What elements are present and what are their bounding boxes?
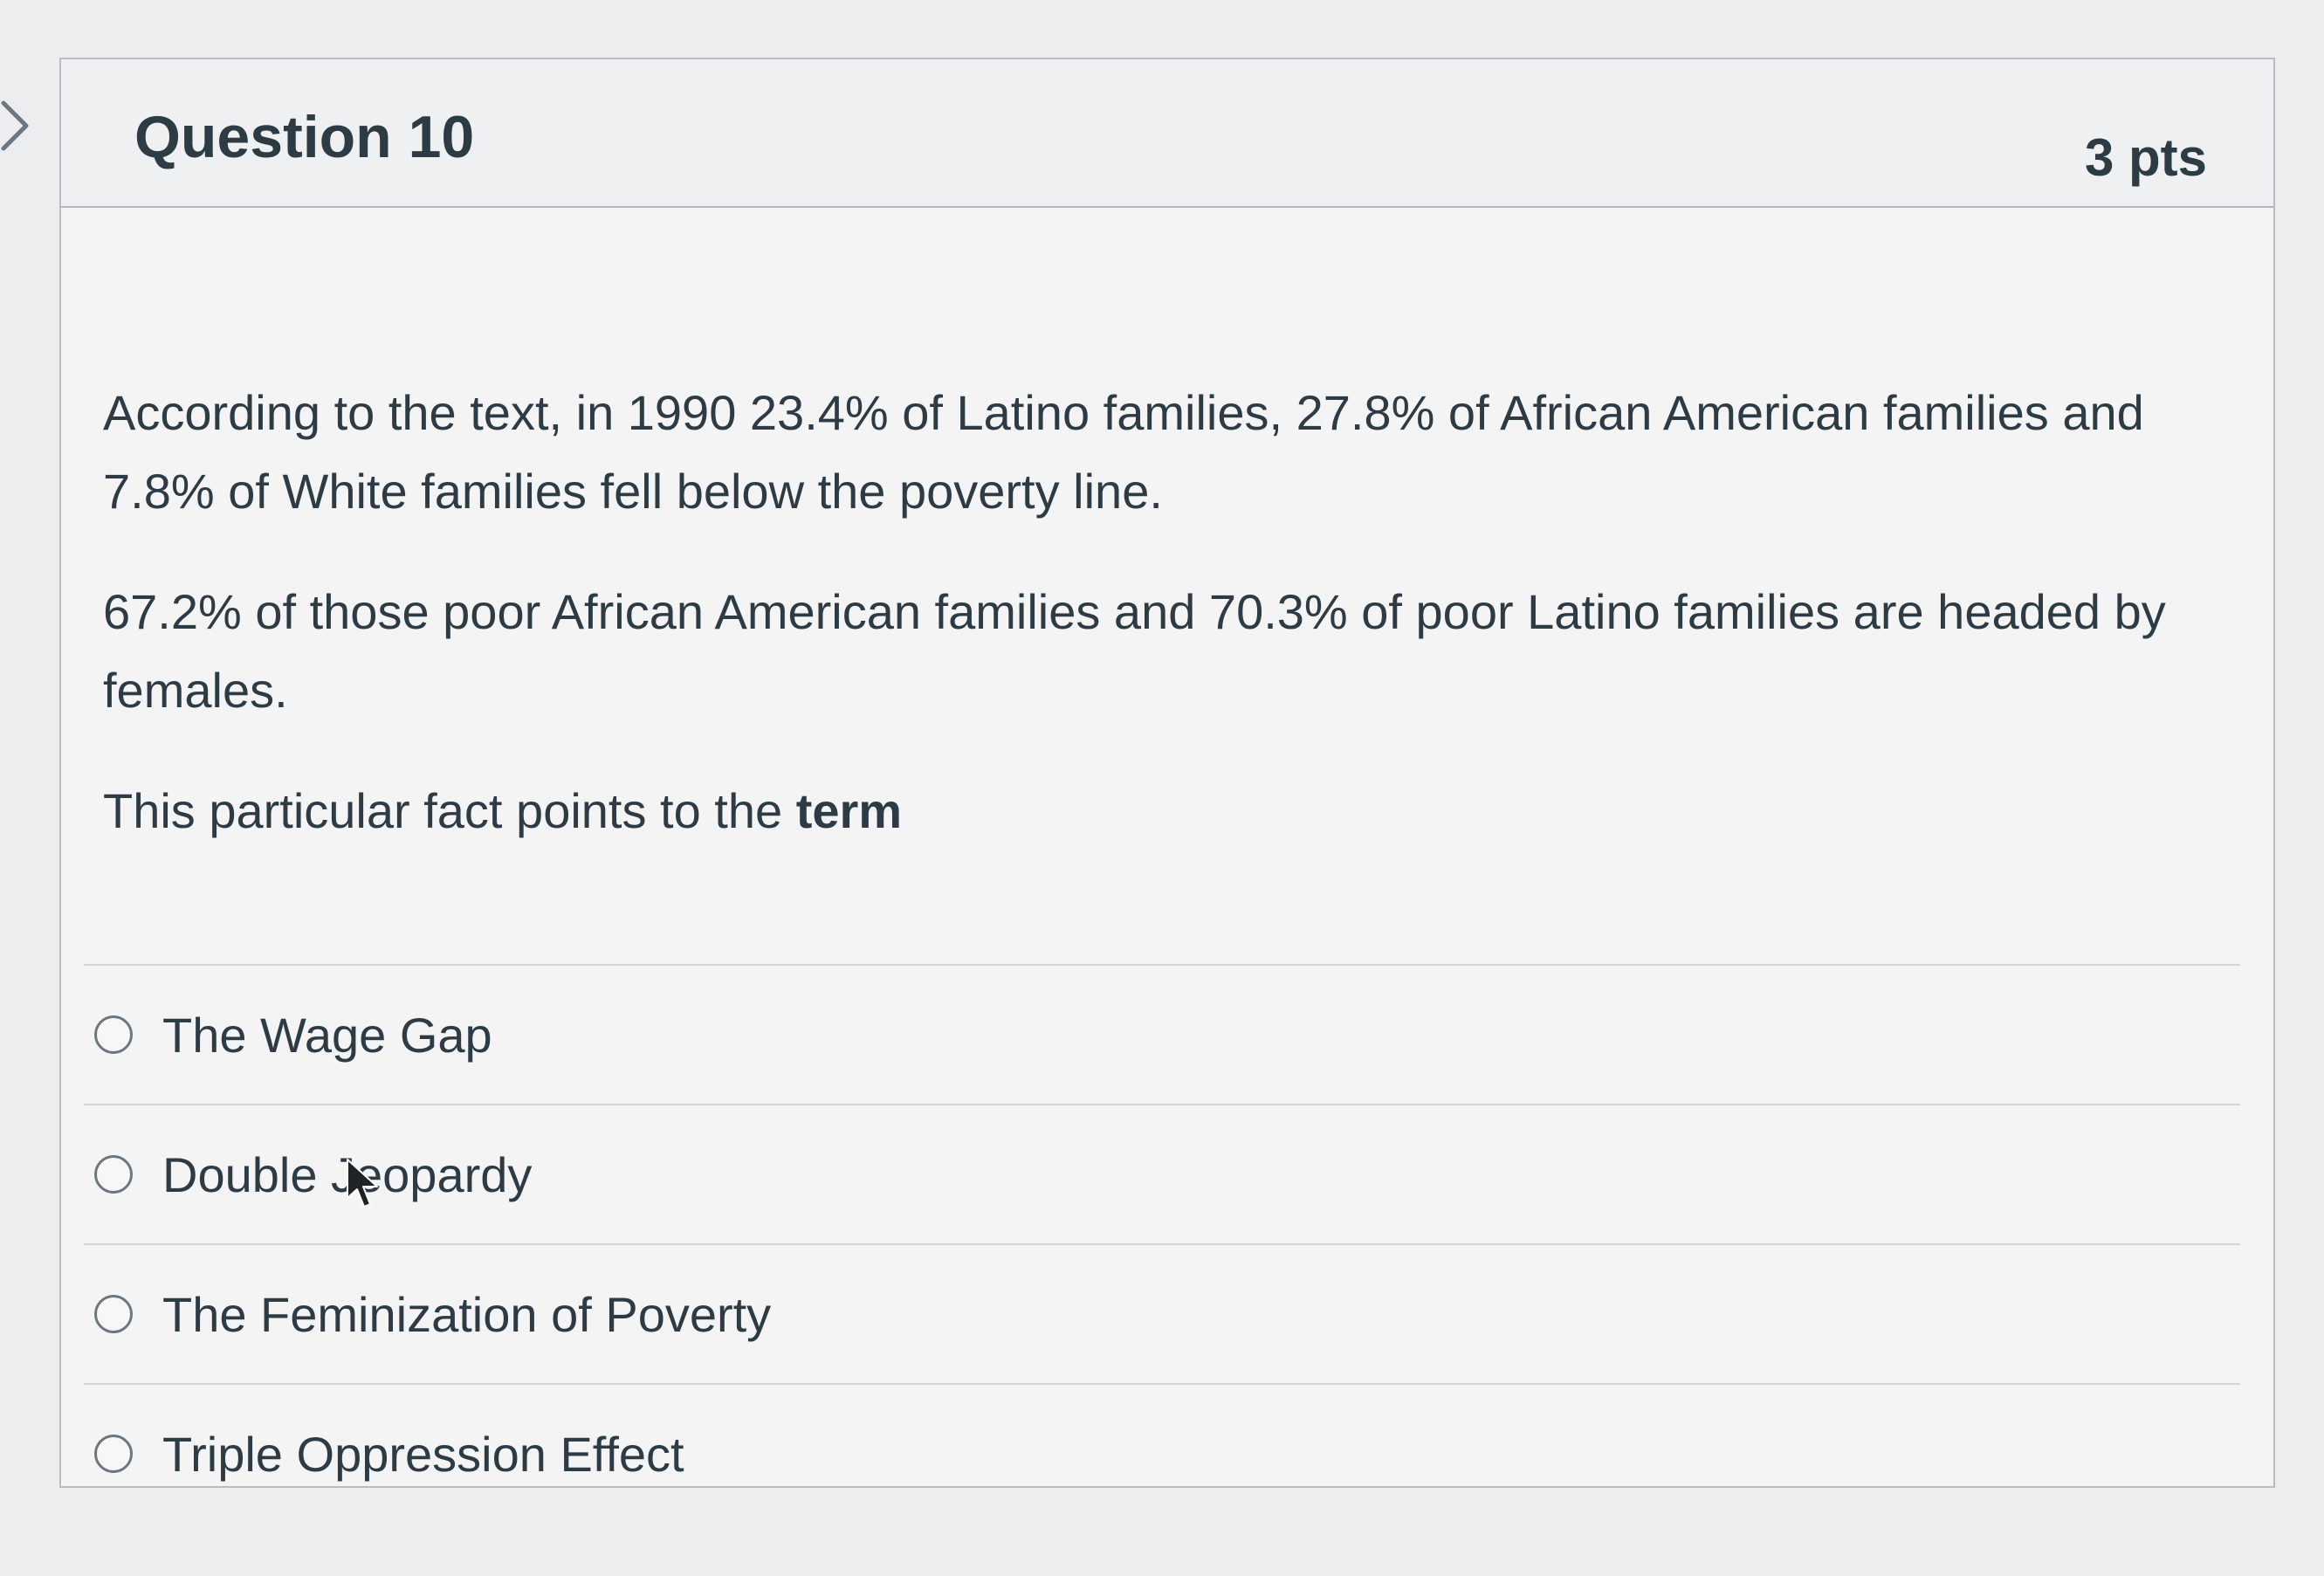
- question-title: Question 10: [134, 104, 475, 170]
- radio-unchecked-icon[interactable]: [94, 1435, 133, 1473]
- radio-unchecked-icon[interactable]: [94, 1155, 133, 1194]
- question-paragraph-1: According to the text, in 1990 23.4% of …: [103, 385, 2144, 519]
- radio-unchecked-icon[interactable]: [94, 1015, 133, 1054]
- question-header: Question 10 3 pts: [61, 59, 2273, 208]
- answer-label: The Feminization of Poverty: [162, 1286, 772, 1342]
- answer-option-triple-oppression[interactable]: Triple Oppression Effect: [94, 1385, 2242, 1523]
- question-paragraph-3: This particular fact points to the term: [103, 772, 2198, 850]
- question-text: According to the text, in 1990 23.4% of …: [103, 374, 2198, 850]
- answer-option-double-jeopardy[interactable]: Double Jeopardy: [94, 1105, 2242, 1243]
- answer-label: Triple Oppression Effect: [162, 1426, 684, 1482]
- mouse-pointer-icon: [347, 1159, 378, 1208]
- answer-option-feminization-of-poverty[interactable]: The Feminization of Poverty: [94, 1245, 2242, 1383]
- answer-label: The Wage Gap: [162, 1007, 492, 1063]
- collapse-toggle-button[interactable]: [0, 98, 35, 154]
- question-paragraph-2: 67.2% of those poor African American fam…: [103, 584, 2166, 718]
- question-points: 3 pts: [2084, 128, 2207, 187]
- chevron-right-icon: [1, 100, 29, 151]
- question-card: Question 10 3 pts According to the text,…: [59, 58, 2275, 1488]
- question-term-bold: term: [795, 783, 903, 838]
- radio-unchecked-icon[interactable]: [94, 1295, 133, 1333]
- question-paragraph-3-text: This particular fact points to the: [103, 783, 796, 838]
- answer-option-wage-gap[interactable]: The Wage Gap: [94, 966, 2242, 1104]
